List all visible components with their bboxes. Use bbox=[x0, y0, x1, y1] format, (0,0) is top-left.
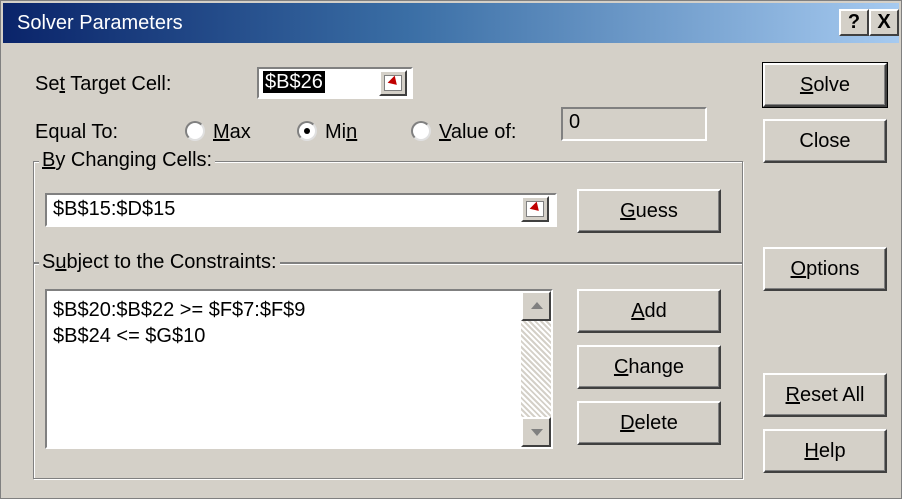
constraints-label: Subject to the Constraints: bbox=[39, 251, 280, 274]
help-button[interactable]: ? bbox=[839, 9, 869, 36]
changing-cells-label: By Changing Cells: bbox=[39, 149, 216, 172]
guess-button[interactable]: Guess bbox=[577, 189, 721, 233]
window-title: Solver Parameters bbox=[17, 12, 183, 34]
value-of-input[interactable]: 0 bbox=[561, 107, 707, 141]
set-target-cell-label: Set Target Cell: bbox=[35, 73, 172, 95]
scroll-down-arrow-icon[interactable] bbox=[521, 417, 551, 447]
scroll-up-arrow-icon[interactable] bbox=[521, 291, 551, 321]
max-radio[interactable] bbox=[185, 121, 205, 141]
value-of-radio[interactable] bbox=[411, 121, 431, 141]
min-radio-label[interactable]: Min bbox=[325, 121, 357, 144]
changing-range-select-icon[interactable] bbox=[521, 196, 549, 222]
add-button[interactable]: Add bbox=[577, 289, 721, 333]
help-dialog-button[interactable]: Help bbox=[763, 429, 887, 473]
min-radio[interactable] bbox=[297, 121, 317, 141]
solve-button[interactable]: Solve bbox=[762, 62, 888, 108]
constraints-scrollbar[interactable] bbox=[521, 291, 551, 447]
delete-button[interactable]: Delete bbox=[577, 401, 721, 445]
value-of-radio-label[interactable]: Value of: bbox=[439, 121, 516, 144]
close-window-button[interactable]: X bbox=[869, 9, 899, 36]
constraints-list[interactable]: $B$20:$B$22 >= $F$7:$F$9 $B$24 <= $G$10 bbox=[45, 289, 553, 449]
changing-cells-value: $B$15:$D$15 bbox=[53, 198, 176, 220]
changing-cells-input[interactable]: $B$15:$D$15 bbox=[45, 193, 557, 227]
equal-to-label: Equal To: bbox=[35, 121, 119, 143]
options-button[interactable]: Options bbox=[763, 247, 887, 291]
title-bar[interactable]: Solver Parameters ? X bbox=[3, 3, 899, 43]
change-button[interactable]: Change bbox=[577, 345, 721, 389]
constraint-item-2[interactable]: $B$24 <= $G$10 bbox=[53, 325, 205, 348]
reset-all-button[interactable]: Reset All bbox=[763, 373, 887, 417]
close-button[interactable]: Close bbox=[763, 119, 887, 163]
target-range-select-icon[interactable] bbox=[379, 70, 407, 96]
max-radio-label[interactable]: Max bbox=[213, 121, 251, 144]
constraint-item-1[interactable]: $B$20:$B$22 >= $F$7:$F$9 bbox=[53, 299, 305, 322]
target-cell-value: $B$26 bbox=[263, 71, 325, 93]
solver-parameters-dialog: Solver Parameters ? X Set Target Cell: $… bbox=[0, 0, 902, 499]
